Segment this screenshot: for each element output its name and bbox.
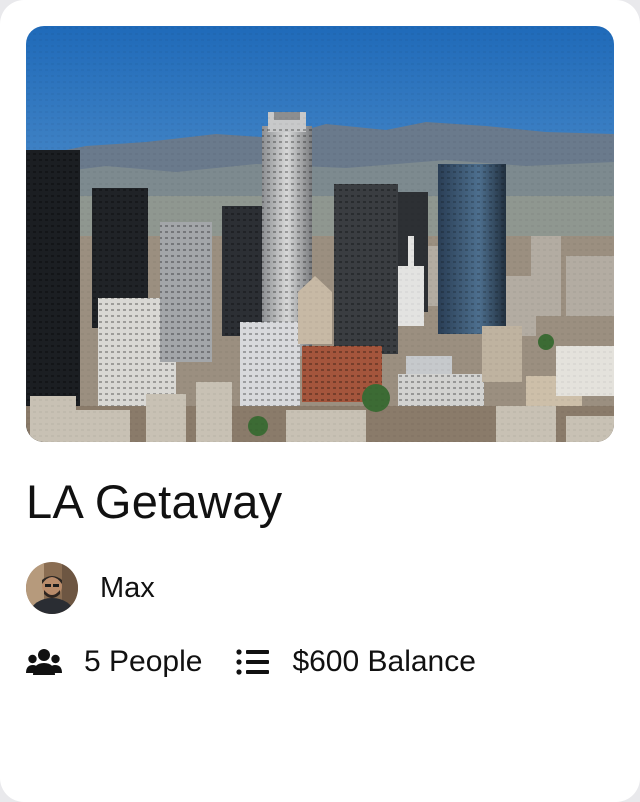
owner-name: Max bbox=[100, 571, 155, 604]
balance[interactable]: $600 Balance bbox=[236, 645, 476, 679]
people-group-icon bbox=[26, 648, 62, 676]
list-icon bbox=[236, 648, 270, 676]
trip-cover-image bbox=[26, 26, 614, 442]
trip-owner[interactable]: Max bbox=[26, 562, 155, 614]
trip-stats: 5 People $600 Balance bbox=[26, 645, 476, 679]
balance-label: $600 Balance bbox=[292, 645, 476, 678]
people-label: 5 People bbox=[84, 645, 203, 678]
trip-card[interactable]: LA Getaway Max 5 People $600 Balance bbox=[0, 0, 640, 802]
avatar[interactable] bbox=[26, 562, 78, 614]
trip-title: LA Getaway bbox=[26, 475, 283, 528]
people-count[interactable]: 5 People bbox=[26, 645, 202, 679]
